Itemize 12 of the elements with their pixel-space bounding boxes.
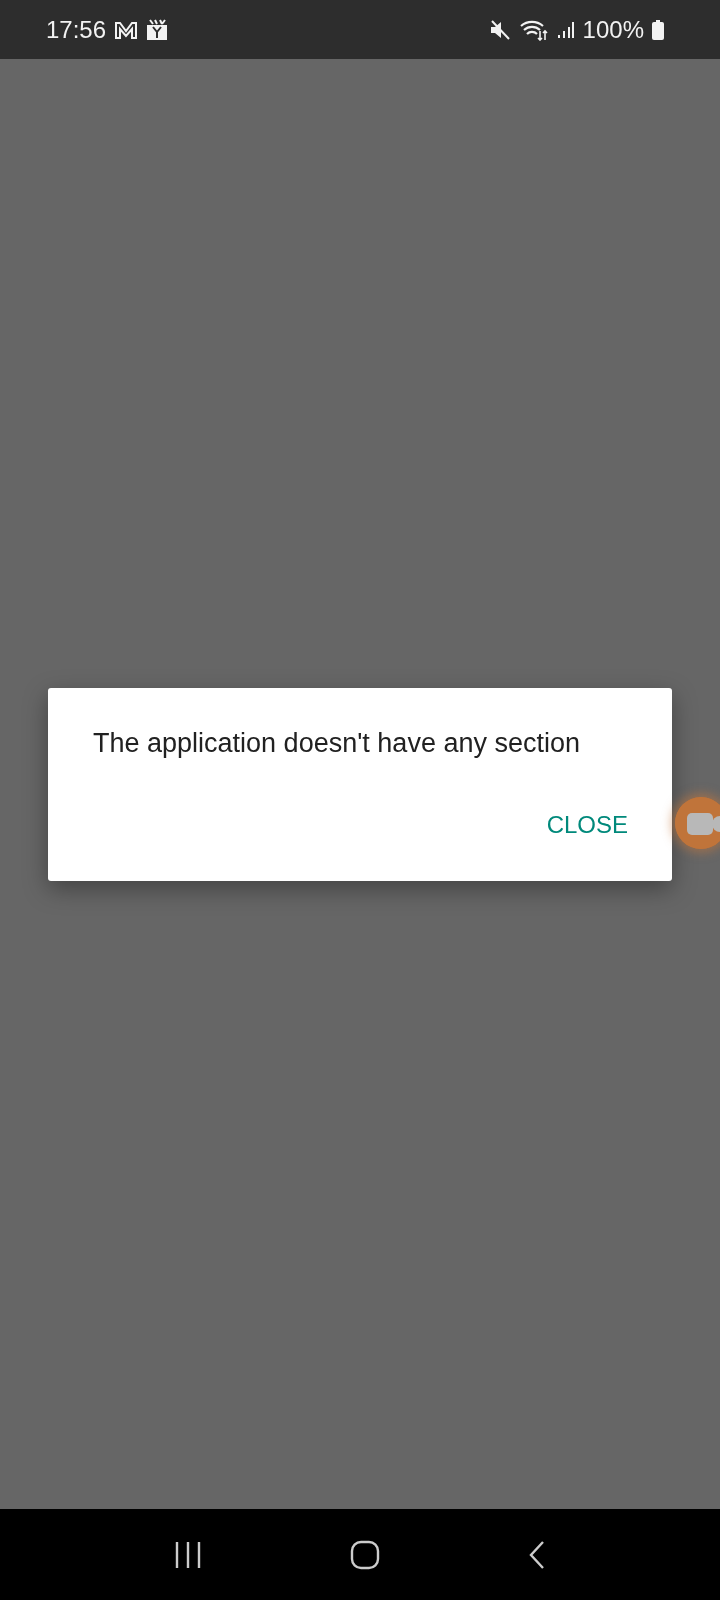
dialog-message: The application doesn't have any section [93,726,581,760]
battery-percent: 100% [582,15,644,44]
battery-icon [652,19,664,40]
mail-icon [114,19,139,40]
wifi-icon [518,18,549,41]
clock-time: 17:56 [46,15,107,44]
close-button[interactable]: CLOSE [546,806,628,843]
signal-icon [556,19,575,40]
mute-icon [488,18,511,41]
home-icon[interactable] [350,1539,380,1570]
floating-video-icon[interactable] [675,797,720,849]
notification-icon [146,18,169,41]
